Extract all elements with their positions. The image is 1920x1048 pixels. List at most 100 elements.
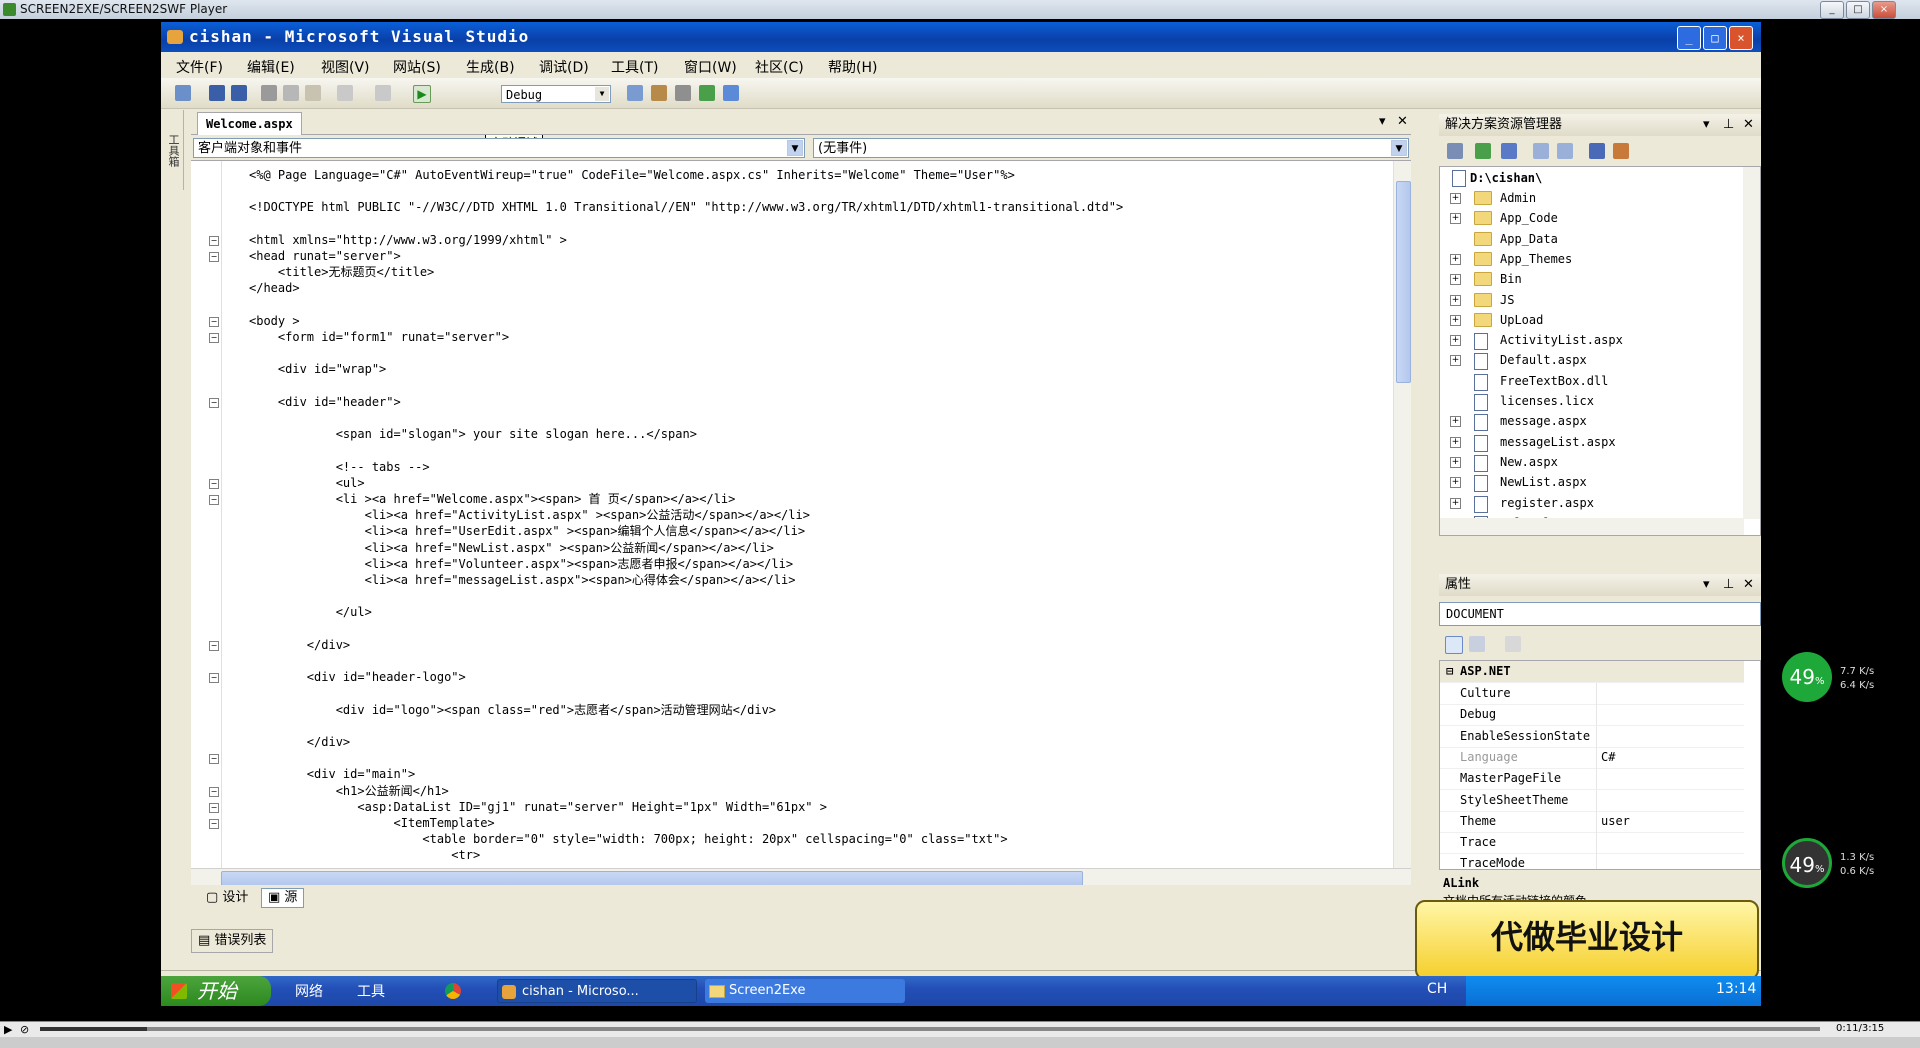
property-value[interactable] xyxy=(1596,683,1601,704)
paste-icon[interactable] xyxy=(305,85,321,101)
property-value[interactable] xyxy=(1596,789,1601,811)
fold-toggle-icon[interactable]: − xyxy=(209,252,219,262)
tree-item[interactable]: JS xyxy=(1500,291,1514,309)
task-screen2exe[interactable]: Screen2Exe xyxy=(705,979,905,1003)
tree-item[interactable]: New.aspx xyxy=(1500,453,1558,471)
tree-item[interactable]: licenses.licx xyxy=(1500,392,1594,410)
tree-item[interactable]: App_Code xyxy=(1500,209,1558,227)
network-monitor-2-gauge[interactable]: 49% xyxy=(1782,838,1832,888)
editor-horizontal-scrollbar[interactable] xyxy=(191,868,1411,886)
menu-help[interactable]: 帮助(H) xyxy=(828,57,877,77)
fold-toggle-icon[interactable]: − xyxy=(209,673,219,684)
property-pages-icon[interactable] xyxy=(1505,636,1521,652)
menu-community[interactable]: 社区(C) xyxy=(755,57,804,77)
menu-view[interactable]: 视图(V) xyxy=(321,57,370,77)
start-button[interactable]: 开始 xyxy=(161,976,271,1006)
save-all-icon[interactable] xyxy=(231,85,247,101)
tree-item[interactable]: NewList.aspx xyxy=(1500,473,1587,491)
tree-item[interactable]: ActivityList.aspx xyxy=(1500,331,1623,349)
tab-design[interactable]: ▢ 设计 xyxy=(199,888,255,908)
property-value[interactable] xyxy=(1596,853,1601,869)
view-code-icon[interactable] xyxy=(1533,143,1549,159)
property-value[interactable] xyxy=(1596,768,1601,790)
close-document-icon[interactable]: ✕ xyxy=(1397,114,1408,129)
property-row[interactable]: EnableSessionState xyxy=(1440,725,1744,748)
fold-toggle-icon[interactable]: − xyxy=(209,754,219,765)
player-minimize-button[interactable]: _ xyxy=(1820,1,1844,19)
menu-tools[interactable]: 工具(T) xyxy=(611,57,658,77)
tree-item[interactable]: App_Themes xyxy=(1500,250,1572,268)
close-panel-icon[interactable]: ✕ xyxy=(1743,574,1754,596)
editor-vertical-scrollbar[interactable] xyxy=(1393,161,1411,869)
seek-bar[interactable] xyxy=(40,1027,1820,1031)
fold-toggle-icon[interactable]: − xyxy=(209,640,219,651)
expand-icon[interactable]: + xyxy=(1450,253,1461,265)
property-row[interactable]: Trace xyxy=(1440,832,1744,855)
expand-icon[interactable]: + xyxy=(1450,335,1461,347)
solution-tree-horizontal-scrollbar[interactable] xyxy=(1440,518,1744,535)
property-value[interactable] xyxy=(1596,725,1601,747)
expand-icon[interactable]: + xyxy=(1450,456,1461,468)
chrome-icon[interactable] xyxy=(445,983,461,999)
vs-minimize-button[interactable]: _ xyxy=(1677,26,1701,50)
categorized-icon[interactable] xyxy=(1445,636,1463,654)
properties-icon[interactable] xyxy=(1447,143,1463,159)
window-position-icon[interactable]: ▾ xyxy=(1703,114,1710,136)
task-visual-studio[interactable]: cishan - Microso... xyxy=(497,979,697,1003)
refresh-icon[interactable] xyxy=(1475,143,1491,159)
code-editor[interactable]: − − − − − − − − − − − − − <%@ Page Language="C#" Aut… xyxy=(191,160,1411,869)
menu-edit[interactable]: 编辑(E) xyxy=(247,57,295,77)
property-row[interactable]: StyleSheetTheme xyxy=(1440,789,1744,812)
editor-horizontal-scroll-thumb[interactable] xyxy=(221,871,1083,886)
property-value[interactable] xyxy=(1596,704,1601,726)
property-value[interactable]: user xyxy=(1596,810,1630,832)
undo-icon[interactable] xyxy=(337,85,353,101)
fold-toggle-icon[interactable]: − xyxy=(209,235,219,246)
fold-toggle-icon[interactable]: − xyxy=(209,819,219,829)
alphabetical-icon[interactable] xyxy=(1469,636,1485,652)
expand-icon[interactable]: + xyxy=(1450,477,1461,489)
expand-icon[interactable]: + xyxy=(1450,193,1461,204)
expand-icon[interactable]: + xyxy=(1450,497,1461,509)
toolbox-icon[interactable] xyxy=(675,85,691,101)
fold-toggle-icon[interactable]: − xyxy=(209,478,219,489)
vs-close-button[interactable]: × xyxy=(1729,26,1753,50)
solution-tree-vertical-scrollbar[interactable] xyxy=(1743,167,1760,519)
menu-debug[interactable]: 调试(D) xyxy=(539,57,589,77)
property-row[interactable]: MasterPageFile xyxy=(1440,768,1744,791)
tab-list-icon[interactable]: ▾ xyxy=(1379,114,1386,129)
properties-window-icon[interactable] xyxy=(651,85,667,101)
events-select[interactable]: (无事件) ▼ xyxy=(813,138,1409,158)
tab-welcome-aspx[interactable]: Welcome.aspx xyxy=(197,112,302,135)
fold-toggle-icon[interactable]: − xyxy=(209,316,219,327)
auto-hide-pin-icon[interactable]: ⊥ xyxy=(1723,574,1734,596)
save-icon[interactable] xyxy=(209,85,225,101)
property-row[interactable]: Debug xyxy=(1440,704,1744,727)
expand-icon[interactable]: + xyxy=(1450,213,1461,225)
start-page-icon[interactable] xyxy=(723,85,739,101)
collapse-icon[interactable]: ⊟ xyxy=(1446,661,1453,682)
stop-icon[interactable]: ⊘ xyxy=(20,1023,29,1036)
copy-icon[interactable] xyxy=(283,85,299,101)
menu-build[interactable]: 生成(B) xyxy=(466,57,515,77)
tree-root[interactable]: D:\cishan\ xyxy=(1470,169,1542,187)
network-monitor-1-gauge[interactable]: 49% xyxy=(1782,652,1832,702)
language-indicator[interactable]: CH xyxy=(1427,981,1447,997)
expand-icon[interactable]: + xyxy=(1450,436,1461,448)
property-row[interactable]: TraceMode xyxy=(1440,853,1744,869)
quick-launch-tools[interactable]: 工具 xyxy=(357,981,385,1001)
expand-icon[interactable]: + xyxy=(1450,274,1461,286)
property-row[interactable]: Theme user xyxy=(1440,810,1744,833)
property-row[interactable]: Language C# xyxy=(1440,746,1744,769)
property-value[interactable] xyxy=(1596,832,1601,854)
properties-object-select[interactable]: DOCUMENT xyxy=(1439,602,1761,626)
client-objects-select[interactable]: 客户端对象和事件 ▼ xyxy=(193,138,805,158)
tab-source[interactable]: ▣ 源 xyxy=(261,888,305,908)
cut-icon[interactable] xyxy=(261,85,277,101)
expand-icon[interactable]: + xyxy=(1450,416,1461,428)
expand-icon[interactable]: + xyxy=(1450,355,1461,367)
property-row[interactable]: Culture xyxy=(1440,683,1744,705)
tree-item[interactable]: UpLoad xyxy=(1500,311,1543,329)
fold-toggle-icon[interactable]: − xyxy=(209,397,219,408)
properties-category[interactable]: ⊟ ASP.NET xyxy=(1440,661,1744,683)
